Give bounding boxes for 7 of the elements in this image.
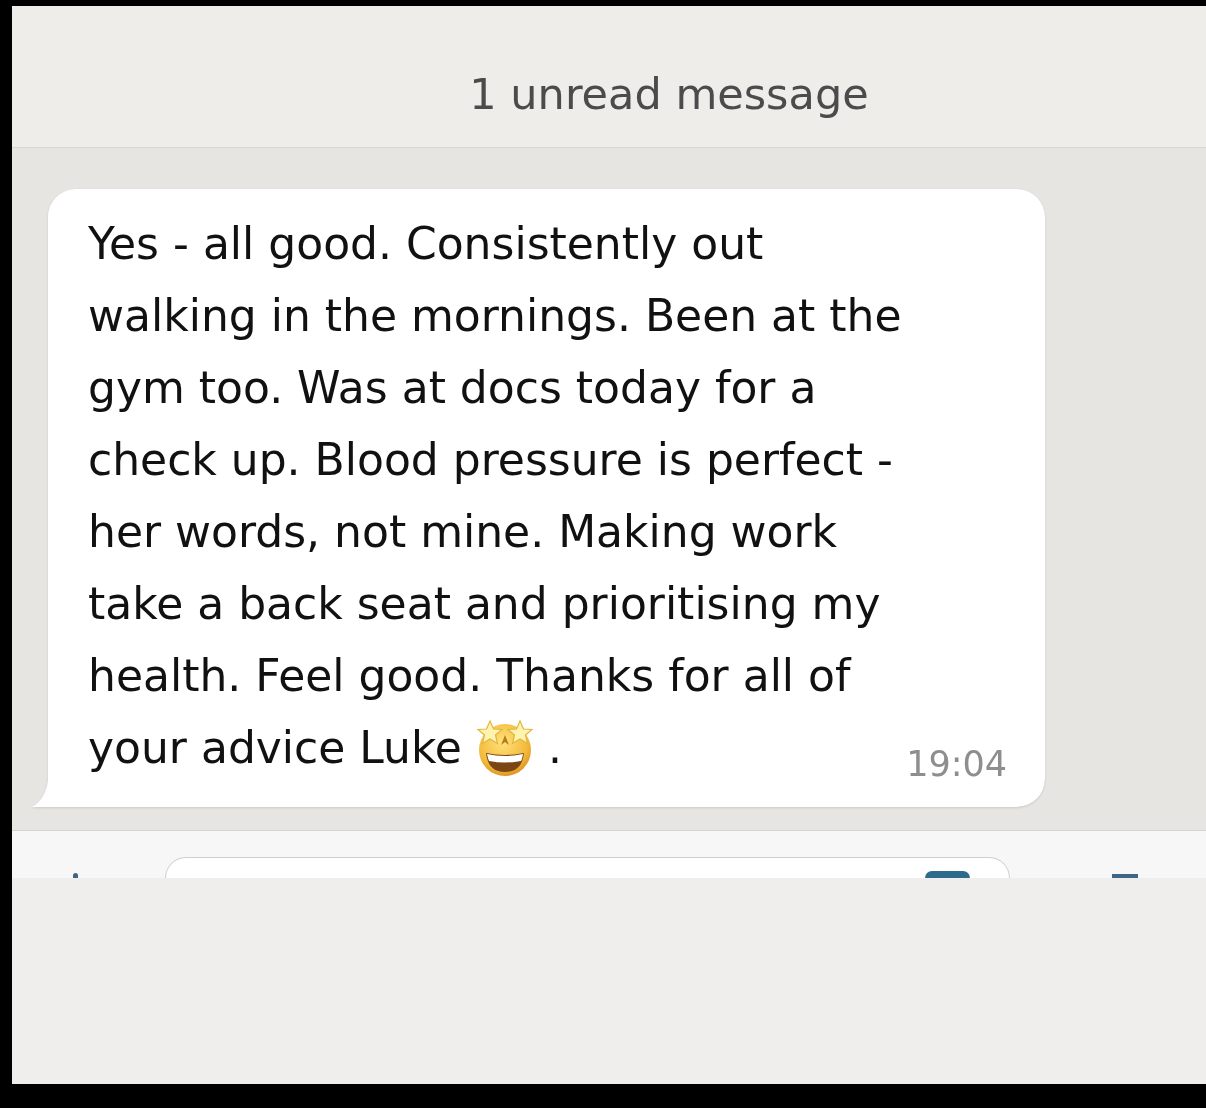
input-field[interactable] [165, 857, 1010, 878]
unread-count-label: 1 unread message [469, 68, 869, 119]
message-text: Yes - all good. Consistently out walking in the mornings. Been at the gym too. Was at docs today for a check up. Blood pressure is perfect - her words, not mine. Making work take a back seat and prioritising my health. Feel good. Thanks for all of your advice Luke . [88, 208, 906, 784]
message-time: 19:04 [906, 744, 1007, 784]
dot-icon[interactable] [73, 873, 78, 878]
star-eyes-face-icon [475, 717, 534, 777]
clipped-icon[interactable] [925, 871, 970, 878]
